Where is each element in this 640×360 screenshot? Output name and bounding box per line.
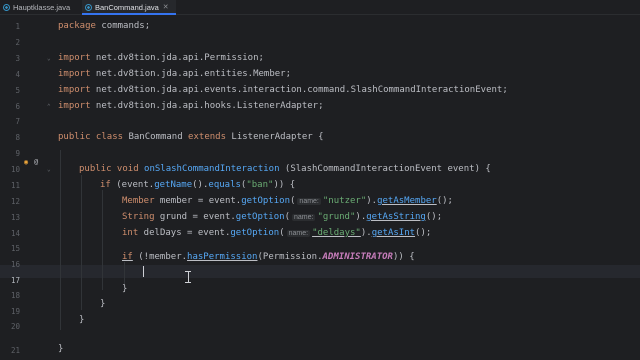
code-line-22[interactable]: } [58, 343, 63, 355]
line-number: 5 [15, 86, 20, 95]
mouse-ibeam-cursor-icon [185, 271, 191, 283]
line-number: 8 [15, 133, 20, 142]
code-line-6[interactable]: import net.dv8tion.jda.api.hooks.Listene… [58, 100, 324, 112]
parameter-hint: name: [297, 198, 321, 205]
line-number: 18 [10, 291, 20, 300]
code-line-1[interactable]: package commands; [58, 20, 150, 32]
line-number: 3 [15, 54, 20, 63]
code-line-14[interactable]: int delDays = event.getOption(name: "deld… [122, 227, 431, 239]
code-line-8[interactable]: public class BanCommand extends Listener… [58, 131, 324, 143]
code-line-11[interactable]: if (event.getName().equals("ban")) { [100, 179, 295, 191]
code-line-19[interactable]: } [100, 298, 105, 310]
line-number: 10 [10, 165, 20, 174]
fold-marker-icon[interactable]: ⌄ [47, 55, 51, 63]
override-icon[interactable]: ◉ [24, 158, 28, 166]
line-number: 13 [10, 213, 20, 222]
line-number: 19 [10, 307, 20, 316]
annotation-icon[interactable]: @ [34, 158, 38, 166]
indent-guide [81, 175, 82, 310]
tab-hauptklasse[interactable]: Hauptklasse.java [0, 0, 82, 14]
line-number: 20 [10, 322, 20, 331]
text-caret [143, 266, 144, 277]
editor-tab-bar: Hauptklasse.java BanCommand.java ✕ [0, 0, 640, 15]
java-class-icon [85, 3, 92, 11]
code-line-13[interactable]: String grund = event.getOption(name: "gru… [122, 211, 442, 223]
line-number: 1 [15, 22, 20, 31]
line-number: 14 [10, 229, 20, 238]
line-number: 16 [10, 260, 20, 269]
line-number: 21 [10, 346, 20, 355]
code-line-5[interactable]: import net.dv8tion.jda.api.events.intera… [58, 84, 508, 96]
code-line-18[interactable]: } [122, 283, 127, 295]
parameter-hint: name: [292, 214, 316, 221]
code-line-12[interactable]: Member member = event.getOption(name: "nu… [122, 195, 453, 207]
line-number: 17 [10, 276, 20, 285]
fold-marker-icon[interactable]: ⌃ [47, 103, 51, 111]
indent-guide [124, 262, 125, 284]
indent-guide [102, 190, 103, 290]
code-line-3[interactable]: import net.dv8tion.jda.api.Permission; [58, 52, 264, 64]
line-number: 15 [10, 244, 20, 253]
indent-guide [60, 150, 61, 330]
current-line-highlight [0, 265, 640, 278]
parameter-hint: name: [286, 230, 311, 237]
code-line-20[interactable]: } [79, 314, 84, 326]
line-number: 2 [15, 38, 20, 47]
fold-marker-icon[interactable]: ⌄ [47, 166, 51, 174]
line-number: 7 [15, 117, 20, 126]
close-icon[interactable]: ✕ [163, 3, 169, 11]
java-class-icon [3, 3, 10, 11]
tab-label: Hauptklasse.java [13, 2, 71, 12]
tab-label: BanCommand.java [95, 2, 159, 12]
line-number: 9 [15, 149, 20, 158]
line-number: 6 [15, 102, 20, 111]
code-line-16[interactable]: if (!member.hasPermission(Permission.ADM… [122, 251, 415, 263]
tab-bancommand[interactable]: BanCommand.java ✕ [82, 0, 176, 15]
line-number: 12 [10, 197, 20, 206]
line-number: 11 [10, 181, 20, 190]
code-line-10[interactable]: public void onSlashCommandInteraction (S… [79, 163, 491, 175]
line-number: 4 [15, 70, 20, 79]
code-line-4[interactable]: import net.dv8tion.jda.api.entities.Memb… [58, 68, 291, 80]
